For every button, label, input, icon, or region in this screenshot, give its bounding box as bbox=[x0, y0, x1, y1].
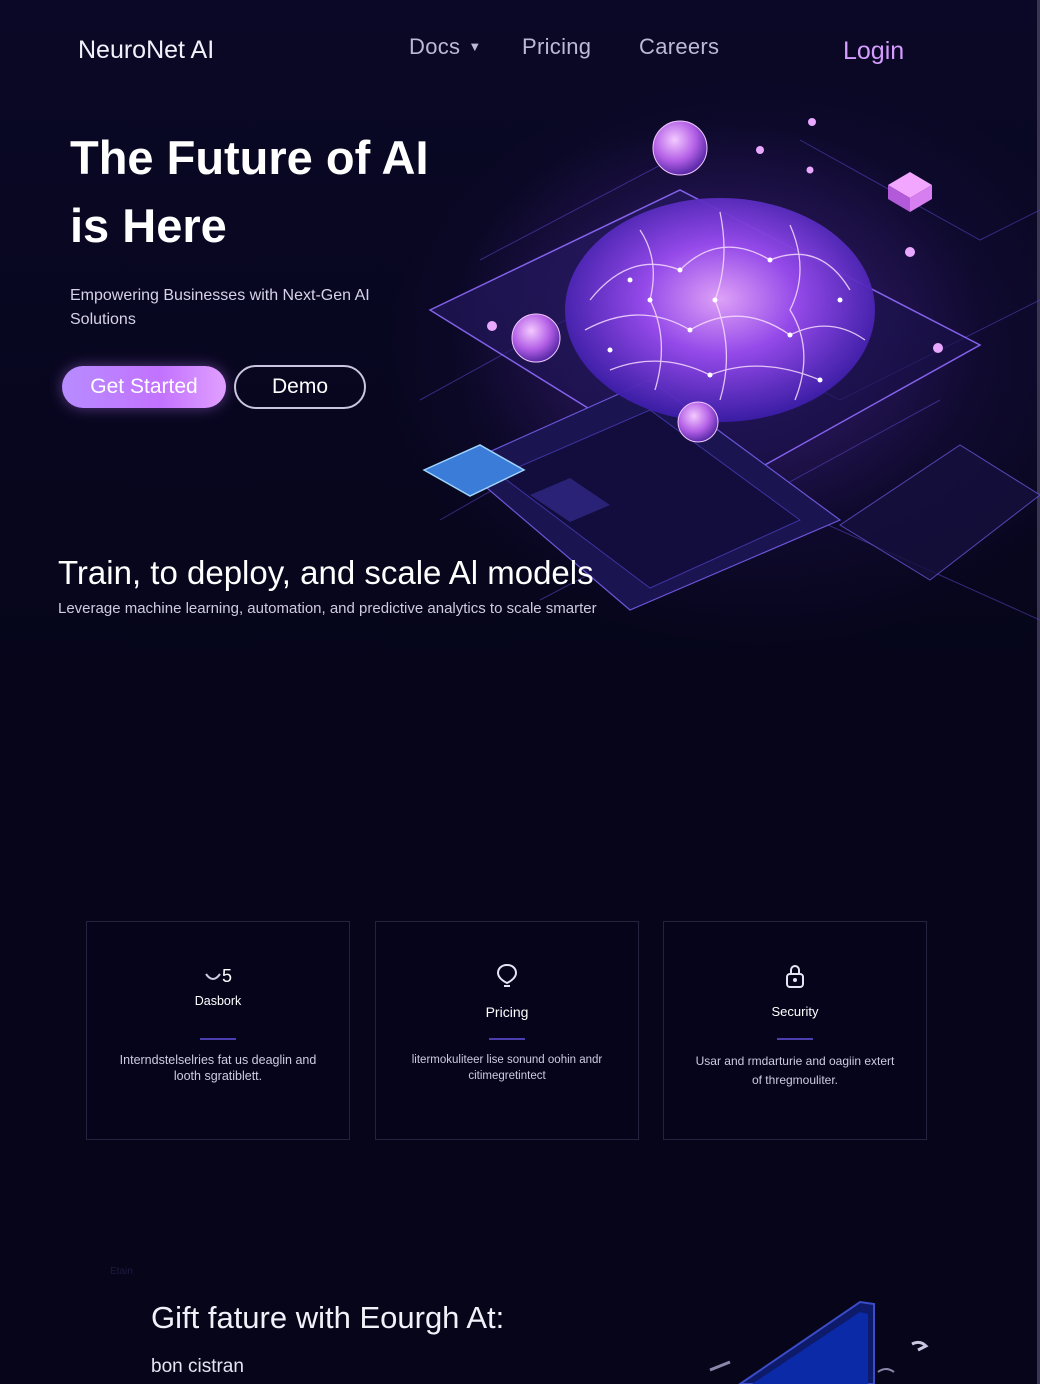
lock-icon bbox=[786, 965, 804, 988]
card-divider bbox=[777, 1038, 813, 1040]
dashboard-gauge-icon bbox=[205, 973, 221, 980]
nav-docs-label: Docs bbox=[409, 34, 461, 59]
card-header bbox=[376, 962, 638, 990]
card-description: Interndstelselries fat us deaglin and lo… bbox=[119, 1053, 317, 1083]
card-divider bbox=[489, 1038, 525, 1040]
bottom-section-title: Gift fature with Eourgh At: bbox=[151, 1300, 505, 1335]
hero-title: The Future of AI is Here bbox=[70, 124, 450, 260]
nav-pricing[interactable]: Pricing bbox=[522, 34, 591, 60]
hero-title-line2: is Here bbox=[70, 199, 227, 252]
hero-subtitle: Empowering Businesses with Next-Gen AI S… bbox=[70, 287, 370, 328]
card-title: Dasbork bbox=[194, 994, 242, 1008]
section-subtitle: Leverage machine learning, automation, a… bbox=[58, 600, 597, 617]
nav-docs[interactable]: Docs ▼ bbox=[409, 34, 482, 60]
nav-careers[interactable]: Careers bbox=[639, 34, 719, 60]
card-divider bbox=[200, 1038, 236, 1040]
chevron-down-icon: ▼ bbox=[468, 39, 482, 54]
card-header: 5 bbox=[87, 962, 349, 990]
section-title: Train, to deploy, and scale Al models bbox=[58, 554, 594, 591]
card-title: Pricing bbox=[485, 1004, 529, 1020]
section-tag: Etain bbox=[110, 1266, 133, 1277]
get-started-button[interactable]: Get Started bbox=[62, 366, 226, 408]
location-pin-icon bbox=[496, 963, 518, 987]
feature-card-security[interactable]: Security Usar and rmdarturie and oagiin … bbox=[663, 921, 927, 1140]
hero-title-line1: The Future of AI bbox=[70, 131, 429, 184]
feature-card-pricing[interactable]: Pricing litermokuliteer lise sonund oohi… bbox=[375, 921, 639, 1140]
card-description: Usar and rmdarturie and oagiin extert of… bbox=[695, 1054, 895, 1087]
feature-card-dashboard[interactable]: 5 Dasbork Interndstelselries fat us deag… bbox=[86, 921, 350, 1140]
card-title: Security bbox=[771, 1004, 819, 1019]
card-stat: 5 bbox=[221, 965, 232, 986]
card-header bbox=[664, 962, 926, 990]
laptop-illustration bbox=[709, 1300, 929, 1384]
login-link[interactable]: Login bbox=[843, 37, 904, 66]
card-description: litermokuliteer lise sonund oohin andr c… bbox=[411, 1054, 603, 1082]
demo-button[interactable]: Demo bbox=[234, 365, 366, 409]
brand-logo[interactable]: NeuroNet AI bbox=[78, 36, 214, 65]
bottom-section-subtitle: bon cistran bbox=[151, 1356, 244, 1377]
